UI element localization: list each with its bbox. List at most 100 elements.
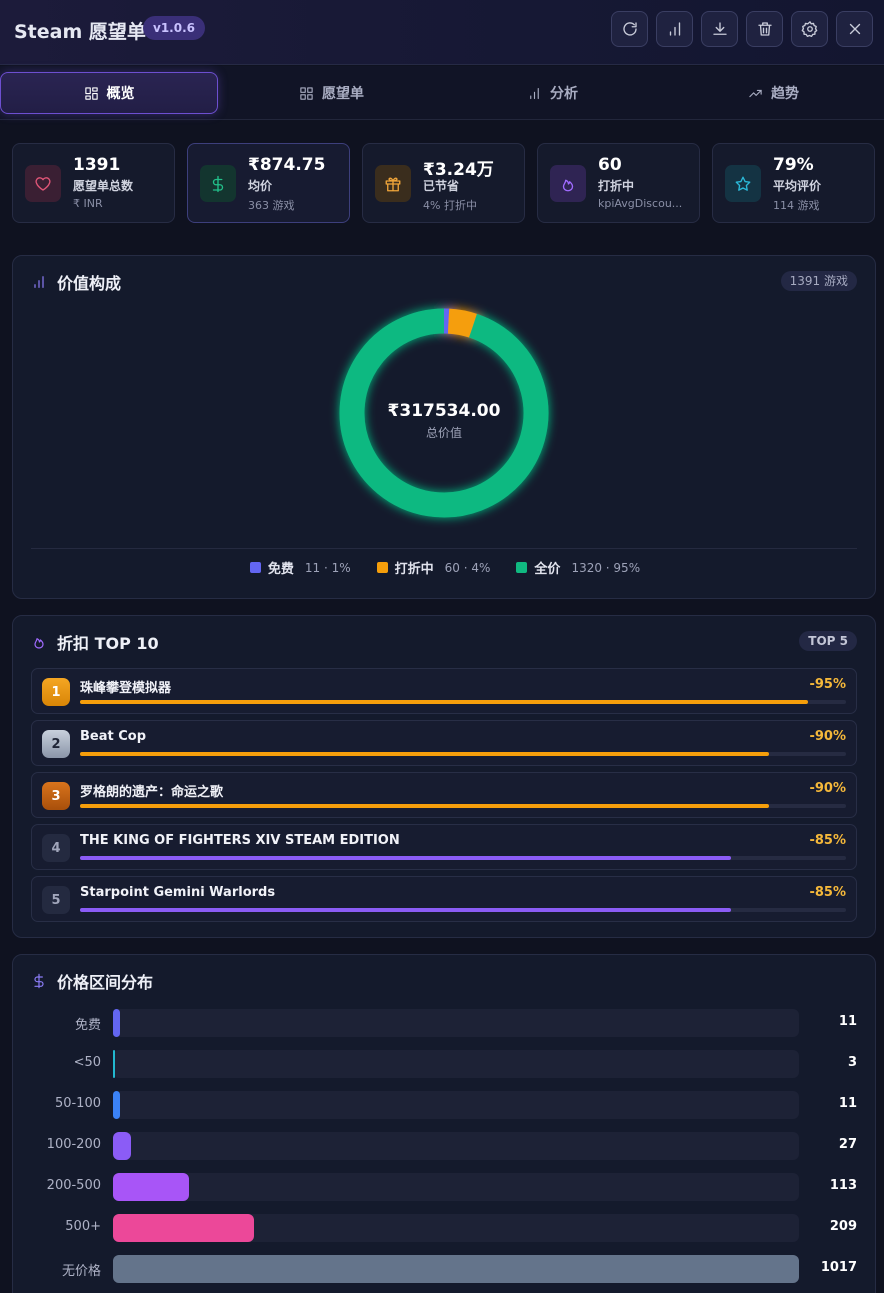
price-range-label: 500+: [65, 1219, 101, 1234]
bar-chart-icon: [34, 276, 44, 288]
value-composition-card: 价值构成 1391 游戏 ₹317534.00 总价值 免费 11 · 1% 打…: [12, 255, 876, 599]
discount-bar-fill: [80, 752, 770, 756]
price-range-bar: [113, 1091, 799, 1119]
discount-bar: [80, 700, 846, 704]
price-range-count: 27: [838, 1137, 857, 1152]
legend-label: 打折中: [394, 562, 434, 577]
legend-swatch: [516, 562, 528, 573]
trash-icon: [757, 22, 772, 36]
rank-badge: 5: [42, 886, 70, 914]
price-range-row: 200-500 113: [31, 1173, 857, 1201]
price-range-row: 500+ 209: [31, 1214, 857, 1242]
price-range-count: 209: [829, 1219, 857, 1234]
price-range-row: 50-100 11: [31, 1091, 857, 1119]
stats-button[interactable]: [656, 11, 693, 47]
discount-bar: [80, 804, 846, 808]
rank-badge: 2: [42, 730, 70, 758]
top-count-badge: TOP 5: [799, 631, 857, 651]
price-range-count: 1017: [820, 1260, 857, 1275]
total-value: ₹317534.00: [387, 401, 501, 421]
refresh-button[interactable]: [611, 11, 648, 47]
price-range-label: 100-200: [46, 1137, 101, 1152]
flame-icon: [34, 638, 44, 649]
price-range-count: 11: [838, 1014, 857, 1029]
legend-value: 1320 · 95%: [571, 560, 641, 575]
legend-item-on-sale[interactable]: 打折中 60 · 4%: [376, 558, 490, 577]
discount-row[interactable]: 4 THE KING OF FIGHTERS XIV STEAM EDITION…: [31, 824, 857, 870]
discount-bar-fill: [80, 804, 770, 808]
discount-row[interactable]: 3 罗格朗的遗产：命运之歌 -90%: [31, 772, 857, 818]
legend-label: 全价: [534, 562, 561, 577]
discount-bar-fill: [80, 908, 732, 912]
tab-label: 愿望单: [322, 86, 364, 102]
tab-analysis[interactable]: 分析: [442, 72, 663, 114]
tab-label: 概览: [106, 86, 135, 102]
app-title: Steam 愿望单: [14, 21, 146, 43]
price-range-bar-fill: [113, 1214, 254, 1242]
rank-badge: 3: [42, 782, 70, 810]
kpi-value: ₹874.75: [248, 155, 326, 175]
price-range-bar-fill: [113, 1050, 116, 1078]
discount-row[interactable]: 2 Beat Cop -90%: [31, 720, 857, 766]
grid-icon: [300, 86, 313, 100]
price-range-label: 无价格: [61, 1264, 101, 1279]
kpi-sub: kpiAvgDiscou...: [598, 197, 683, 210]
total-value-label: 总价值: [425, 426, 462, 440]
discount-row[interactable]: 1 珠峰攀登模拟器 -95%: [31, 668, 857, 714]
legend-swatch: [376, 562, 388, 573]
kpi-label: 均价: [248, 179, 273, 193]
game-name: Beat Cop: [80, 729, 147, 744]
layout-grid-icon: [84, 86, 98, 100]
card-title: 价值构成: [57, 274, 122, 293]
discount-percent: -95%: [809, 677, 846, 692]
price-range-row: 免费 11: [31, 1009, 857, 1037]
discount-bar: [80, 908, 846, 912]
bar-chart-icon: [530, 87, 539, 99]
tab-wishlist[interactable]: 愿望单: [221, 72, 442, 114]
discount-percent: -85%: [809, 833, 846, 848]
tab-bar: 概览 愿望单 分析 趋势: [0, 66, 884, 120]
download-icon: [712, 22, 727, 35]
tab-overview[interactable]: 概览: [0, 72, 218, 114]
heart-icon: [35, 176, 51, 191]
donut-segment[interactable]: [447, 308, 477, 338]
legend-label: 免费: [267, 562, 294, 577]
price-range-bar: [113, 1214, 799, 1242]
price-range-bar-fill: [113, 1173, 190, 1201]
game-name: Starpoint Gemini Warlords: [80, 885, 276, 900]
price-range-bar: [113, 1050, 799, 1078]
gift-icon: [385, 177, 401, 191]
chart-legend: 免费 11 · 1% 打折中 60 · 4% 全价 1320 · 95%: [13, 558, 877, 577]
price-range-bar: [113, 1173, 799, 1201]
price-range-bar-fill: [113, 1255, 799, 1283]
discount-bar-fill: [80, 856, 732, 860]
game-name: 罗格朗的遗产：命运之歌: [80, 785, 224, 800]
game-count-badge: 1391 游戏: [780, 271, 857, 291]
rank-badge: 4: [42, 834, 70, 862]
legend-item-full-price[interactable]: 全价 1320 · 95%: [516, 558, 640, 577]
kpi-label: 打折中: [598, 179, 635, 193]
price-range-bar: [113, 1009, 799, 1037]
close-button[interactable]: [836, 11, 873, 47]
discount-bar-fill: [80, 700, 808, 704]
tab-trends[interactable]: 趋势: [663, 72, 884, 114]
kpi-saved: ₹3.24万 已节省 4% 打折中: [362, 143, 525, 223]
kpi-sub: 4% 打折中: [423, 199, 477, 212]
kpi-value: 79%: [773, 155, 814, 175]
game-name: THE KING OF FIGHTERS XIV STEAM EDITION: [80, 833, 400, 848]
divider: [31, 548, 857, 549]
legend-item-free[interactable]: 免费 11 · 1%: [249, 558, 351, 577]
settings-button[interactable]: [791, 11, 828, 47]
price-range-bar-fill: [113, 1091, 121, 1119]
kpi-wishlist-total: 1391 愿望单总数 ₹ INR: [12, 143, 175, 223]
discount-percent: -90%: [809, 781, 846, 796]
export-button[interactable]: [701, 11, 738, 47]
discount-bar: [80, 752, 846, 756]
discount-row[interactable]: 5 Starpoint Gemini Warlords -85%: [31, 876, 857, 922]
price-range-count: 3: [847, 1055, 857, 1070]
price-range-row: 100-200 27: [31, 1132, 857, 1160]
price-range-bar-fill: [113, 1009, 121, 1037]
clear-button[interactable]: [746, 11, 783, 47]
price-range-label: 50-100: [54, 1096, 101, 1111]
kpi-value: 60: [598, 155, 622, 175]
